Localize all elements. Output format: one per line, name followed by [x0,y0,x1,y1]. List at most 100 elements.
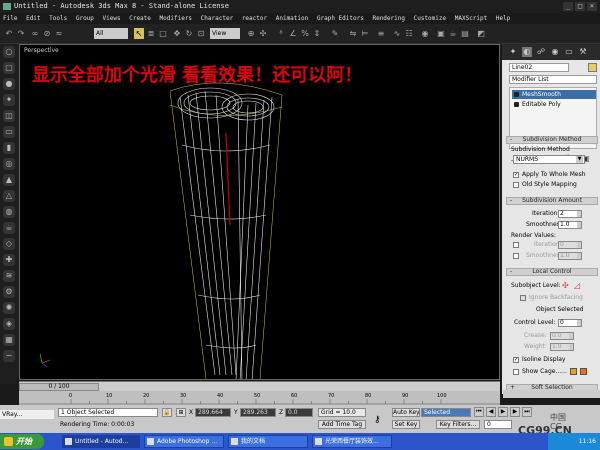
edge-level-icon[interactable]: ◿ [574,281,580,290]
lock-selection-icon[interactable]: 🔒 [162,408,172,417]
add-time-tag-button[interactable]: Add Time Tag [318,420,366,429]
menu-group[interactable]: Group [76,15,94,22]
taskbar-item-3dsmax[interactable]: Untitled - Autod... [62,435,140,448]
snap-icon[interactable]: ⁸ [276,28,286,39]
set-key-button[interactable]: Set Key [392,420,420,429]
apply-whole-mesh-checkbox[interactable]: ✓ [513,172,519,178]
menu-customize[interactable]: Customize [414,15,447,22]
iterations-spinner[interactable]: 2 [558,210,582,218]
minimize-button[interactable]: _ [563,2,573,11]
named-selection-icon[interactable]: ✎ [330,28,340,39]
unlink-icon[interactable]: ⊘ [42,28,52,39]
track-bar[interactable]: 0 10 20 30 40 50 60 70 80 90 100 [19,391,500,405]
tool-cone-icon[interactable]: ▲ [3,174,15,186]
tool-cylinder-icon[interactable]: ▮ [3,142,15,154]
light-bulb-icon[interactable] [514,92,519,97]
subdivision-method-rollout[interactable]: - Subdivision Method [506,136,598,144]
tool-particle-icon[interactable]: ✺ [3,302,15,314]
bind-spacewarp-icon[interactable]: ≈ [54,28,64,39]
object-name-field[interactable]: Line02 [509,63,569,72]
render-iterations-checkbox[interactable] [513,242,519,248]
menu-animation[interactable]: Animation [276,15,309,22]
undo-icon[interactable]: ↶ [4,28,14,39]
tool-camera-icon[interactable]: ◫ [3,110,15,122]
old-style-mapping-checkbox[interactable] [513,182,519,188]
tool-torus-icon[interactable]: ◍ [3,206,15,218]
curve-editor-icon[interactable]: ∿ [392,28,402,39]
menu-help[interactable]: Help [496,15,510,22]
menu-character[interactable]: Character [201,15,234,22]
x-coord-field[interactable]: 289.664 [195,408,231,417]
tool-teapot-icon[interactable]: ☕ [3,222,15,234]
maximize-button[interactable]: □ [575,2,585,11]
spinner-snap-icon[interactable]: ⇕ [312,28,322,39]
modify-tab-icon[interactable]: ◐ [522,47,532,57]
render-smoothness-checkbox[interactable] [513,253,519,259]
tool-sphere-icon[interactable]: ● [3,78,15,90]
percent-snap-icon[interactable]: % [300,28,310,39]
smoothness-spinner[interactable]: 1.0 [558,221,582,229]
absolute-mode-icon[interactable]: ⊞ [176,408,186,417]
align-icon[interactable]: ⊨ [360,28,370,39]
tool-circle-icon[interactable]: ○ [3,46,15,58]
current-frame-field[interactable]: 0 [484,420,512,429]
vertex-level-icon[interactable]: ✣ [562,281,569,290]
taskbar-item-restaurant-render[interactable]: 光荣西餐厅装饰效... [312,435,392,448]
modifier-list-dropdown[interactable]: Modifier List [509,75,597,84]
vray-frame-buffer-tab[interactable]: VRay... [0,410,54,419]
tool-box-icon[interactable]: ▢ [3,62,15,74]
clock[interactable]: 11:16 [579,438,596,445]
pivot-icon[interactable]: ⊕ [246,28,256,39]
selection-filter-dropdown[interactable]: All [94,28,128,39]
local-control-rollout[interactable]: - Local Control [506,268,598,276]
play-icon[interactable]: ▶ [498,407,508,417]
menu-views[interactable]: Views [103,15,121,22]
command-panel-scrollbar[interactable] [503,390,600,398]
key-filters-button[interactable]: Key Filters... [436,420,480,429]
render-smoothness-spinner[interactable]: 1.0 [558,252,582,260]
select-rotate-icon[interactable]: ↻ [184,28,194,39]
create-tab-icon[interactable]: ✦ [508,47,518,57]
menu-graph-editors[interactable]: Graph Editors [317,15,364,22]
weight-spinner[interactable]: 1.0 [550,343,574,351]
tool-system-icon[interactable]: ⚙ [3,286,15,298]
auto-key-button[interactable]: Auto Key [392,408,420,417]
manipulate-icon[interactable]: ✣ [258,28,268,39]
menu-create[interactable]: Create [129,15,151,22]
tool-shape-icon[interactable]: ◇ [3,238,15,250]
menu-tools[interactable]: Tools [49,15,67,22]
schematic-view-icon[interactable]: ☷ [404,28,414,39]
taskbar-item-photoshop[interactable]: Adobe Photoshop ... [144,435,224,448]
menu-rendering[interactable]: Rendering [372,15,405,22]
stack-item-meshsmooth[interactable]: MeshSmooth [512,90,596,99]
tool-nurbs-icon[interactable]: ∽ [3,350,15,362]
object-color-swatch[interactable] [588,63,597,72]
light-bulb-icon[interactable] [514,102,519,107]
select-move-icon[interactable]: ✥ [172,28,182,39]
y-coord-field[interactable]: 289.263 [240,408,276,417]
render-iterations-spinner[interactable]: 0 [558,241,582,249]
z-coord-field[interactable]: 0.0 [285,408,313,417]
menu-reactor[interactable]: reactor [242,15,267,22]
isoline-display-checkbox[interactable]: ✓ [513,357,519,363]
region-select-icon[interactable]: □ [158,28,168,39]
quick-render-icon[interactable]: ☕ [448,28,458,39]
mirror-icon[interactable]: ⇋ [348,28,358,39]
tool-light-icon[interactable]: ✦ [3,94,15,106]
taskbar-item-my-documents[interactable]: 我的文档 [228,435,308,448]
angle-snap-icon[interactable]: ∠ [288,28,298,39]
active-shade-icon[interactable]: ◩ [476,28,486,39]
render-type-icon[interactable]: ▤ [460,28,470,39]
crease-spinner[interactable]: 0.0 [550,332,574,340]
cage-color-swatch-2[interactable] [580,368,587,375]
go-to-start-icon[interactable]: ⏮ [474,407,484,417]
utilities-tab-icon[interactable]: ⚒ [578,47,588,57]
select-scale-icon[interactable]: ⊡ [196,28,206,39]
ignore-backfacing-checkbox[interactable] [520,295,526,301]
previous-frame-icon[interactable]: ◀ [486,407,496,417]
cage-color-swatch-1[interactable] [570,368,577,375]
tool-plane-icon[interactable]: ▭ [3,126,15,138]
tool-pyramid-icon[interactable]: △ [3,190,15,202]
key-mode-dropdown[interactable]: Selected [421,408,471,417]
key-icon[interactable]: ⚷ [374,415,381,425]
